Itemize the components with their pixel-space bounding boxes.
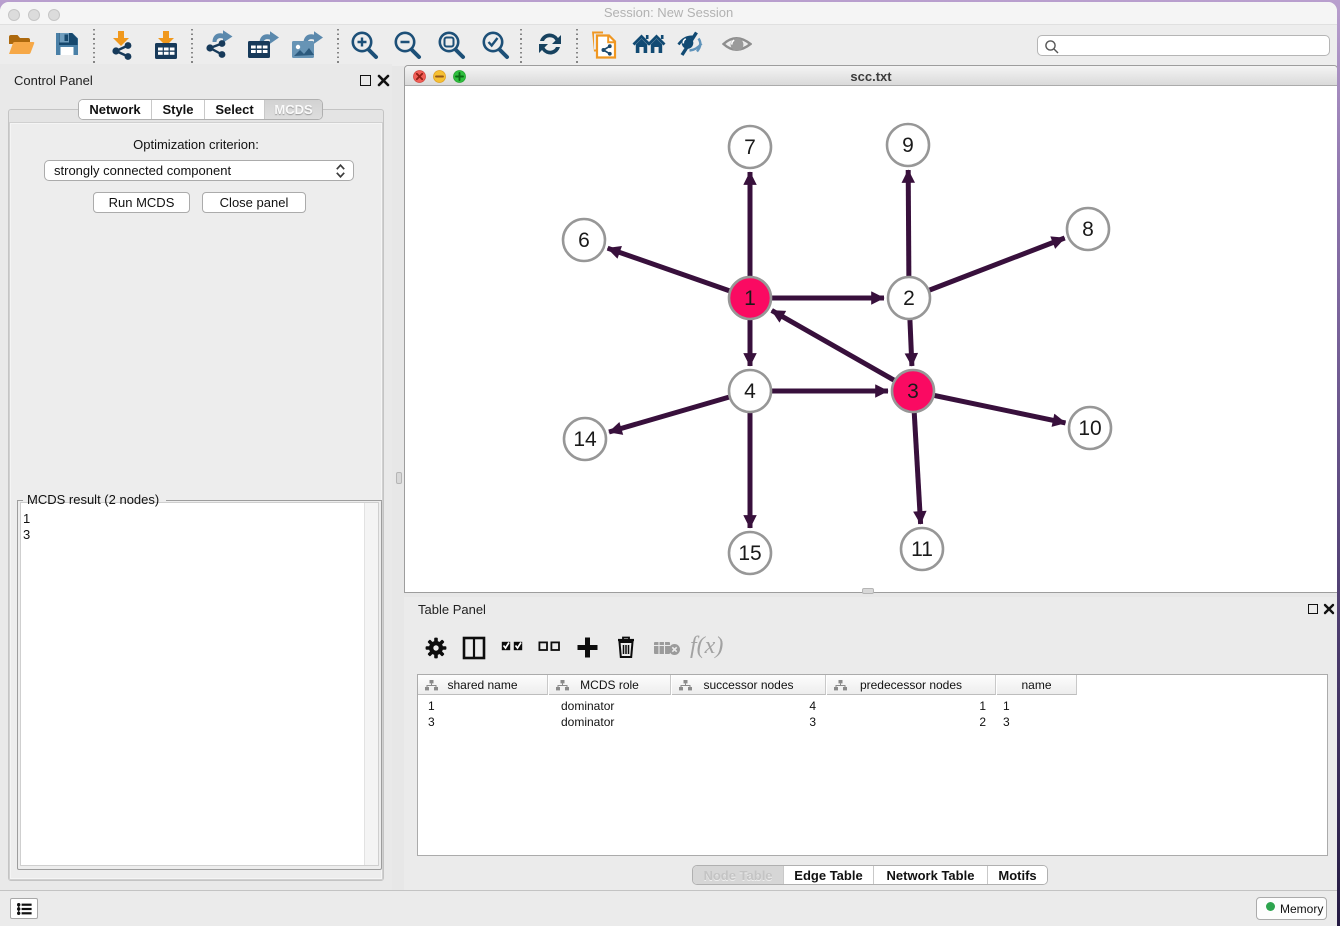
svg-text:1: 1	[744, 287, 756, 310]
svg-text:7: 7	[744, 136, 756, 159]
svg-text:11: 11	[911, 538, 933, 561]
svg-text:8: 8	[1082, 218, 1094, 241]
svg-text:10: 10	[1078, 417, 1101, 440]
svg-text:9: 9	[902, 134, 914, 157]
svg-text:2: 2	[903, 287, 915, 310]
svg-text:6: 6	[578, 229, 590, 252]
svg-text:15: 15	[738, 542, 761, 565]
svg-text:4: 4	[744, 380, 756, 403]
svg-text:3: 3	[907, 380, 919, 403]
svg-text:14: 14	[573, 428, 597, 451]
